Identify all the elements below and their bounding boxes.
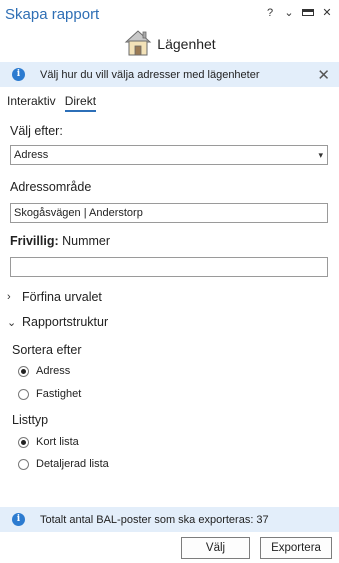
sort-radio-fastighet-label: Fastighet — [36, 388, 82, 400]
choose-by-label: Välj efter: — [10, 124, 63, 138]
radio-unselected-icon — [18, 458, 29, 470]
info-message-bar: i Välj hur du vill välja adresser med lä… — [0, 62, 339, 87]
number-label: Frivillig: Nummer — [10, 234, 110, 248]
radio-selected-icon — [18, 365, 29, 377]
options-menu-button[interactable]: ⌄ — [283, 6, 295, 19]
list-type-label: Listtyp — [12, 413, 49, 427]
address-area-value: Skogåsvägen | Anderstorp — [14, 207, 143, 219]
choose-button[interactable]: Välj — [181, 537, 250, 559]
number-input[interactable] — [10, 257, 328, 277]
section-structure-label: Rapportstruktur — [22, 315, 109, 329]
header-label: Lägenhet — [157, 36, 216, 52]
export-button[interactable]: Exportera — [260, 537, 332, 559]
close-icon[interactable]: ✕ — [317, 66, 330, 84]
tab-direkt[interactable]: Direkt — [64, 94, 97, 112]
choose-by-dropdown[interactable]: Adress — [10, 145, 328, 165]
address-area-label: Adressområde — [10, 180, 92, 194]
close-window-button[interactable]: ✕ — [321, 6, 333, 19]
number-label-text: Nummer — [62, 234, 111, 248]
radio-selected-icon — [18, 436, 29, 448]
listtype-radio-detaljerad-label: Detaljerad lista — [36, 458, 109, 470]
maximize-icon — [302, 8, 314, 16]
export-count-text: Totalt antal BAL-poster som ska exporter… — [40, 513, 269, 526]
mode-tabs: Interaktiv Direkt — [7, 94, 97, 112]
tab-interaktiv[interactable]: Interaktiv — [7, 94, 56, 112]
tool-header: Lägenhet — [0, 26, 339, 58]
listtype-radio-kort[interactable]: Kort lista — [18, 436, 79, 448]
maximize-button[interactable] — [302, 7, 314, 19]
listtype-radio-kort-label: Kort lista — [36, 436, 79, 448]
export-count-bar: i Totalt antal BAL-poster som ska export… — [0, 507, 339, 532]
info-icon: i — [12, 513, 25, 526]
sort-by-label: Sortera efter — [12, 343, 82, 357]
section-refine-selection[interactable]: › Förfina urvalet — [7, 290, 102, 304]
info-message-text: Välj hur du vill välja adresser med läge… — [40, 68, 260, 81]
house-icon — [125, 30, 152, 56]
sort-radio-fastighet[interactable]: Fastighet — [18, 388, 81, 400]
choose-by-value: Adress — [14, 149, 49, 161]
listtype-radio-detaljerad[interactable]: Detaljerad lista — [18, 458, 109, 470]
window-controls: ? ⌄ ✕ — [264, 6, 333, 20]
window-title: Skapa rapport — [5, 6, 100, 23]
section-refine-label: Förfina urvalet — [22, 290, 102, 304]
radio-unselected-icon — [18, 388, 29, 400]
optional-prefix: Frivillig: — [10, 234, 59, 248]
chevron-right-icon: › — [7, 291, 11, 303]
info-icon: i — [12, 68, 25, 81]
sort-radio-adress[interactable]: Adress — [18, 365, 70, 377]
sort-radio-adress-label: Adress — [36, 365, 71, 377]
section-report-structure[interactable]: ⌄ Rapportstruktur — [7, 315, 108, 329]
chevron-down-icon: ⌄ — [7, 316, 17, 329]
address-area-input[interactable]: Skogåsvägen | Anderstorp — [10, 203, 328, 223]
help-button[interactable]: ? — [264, 7, 276, 19]
